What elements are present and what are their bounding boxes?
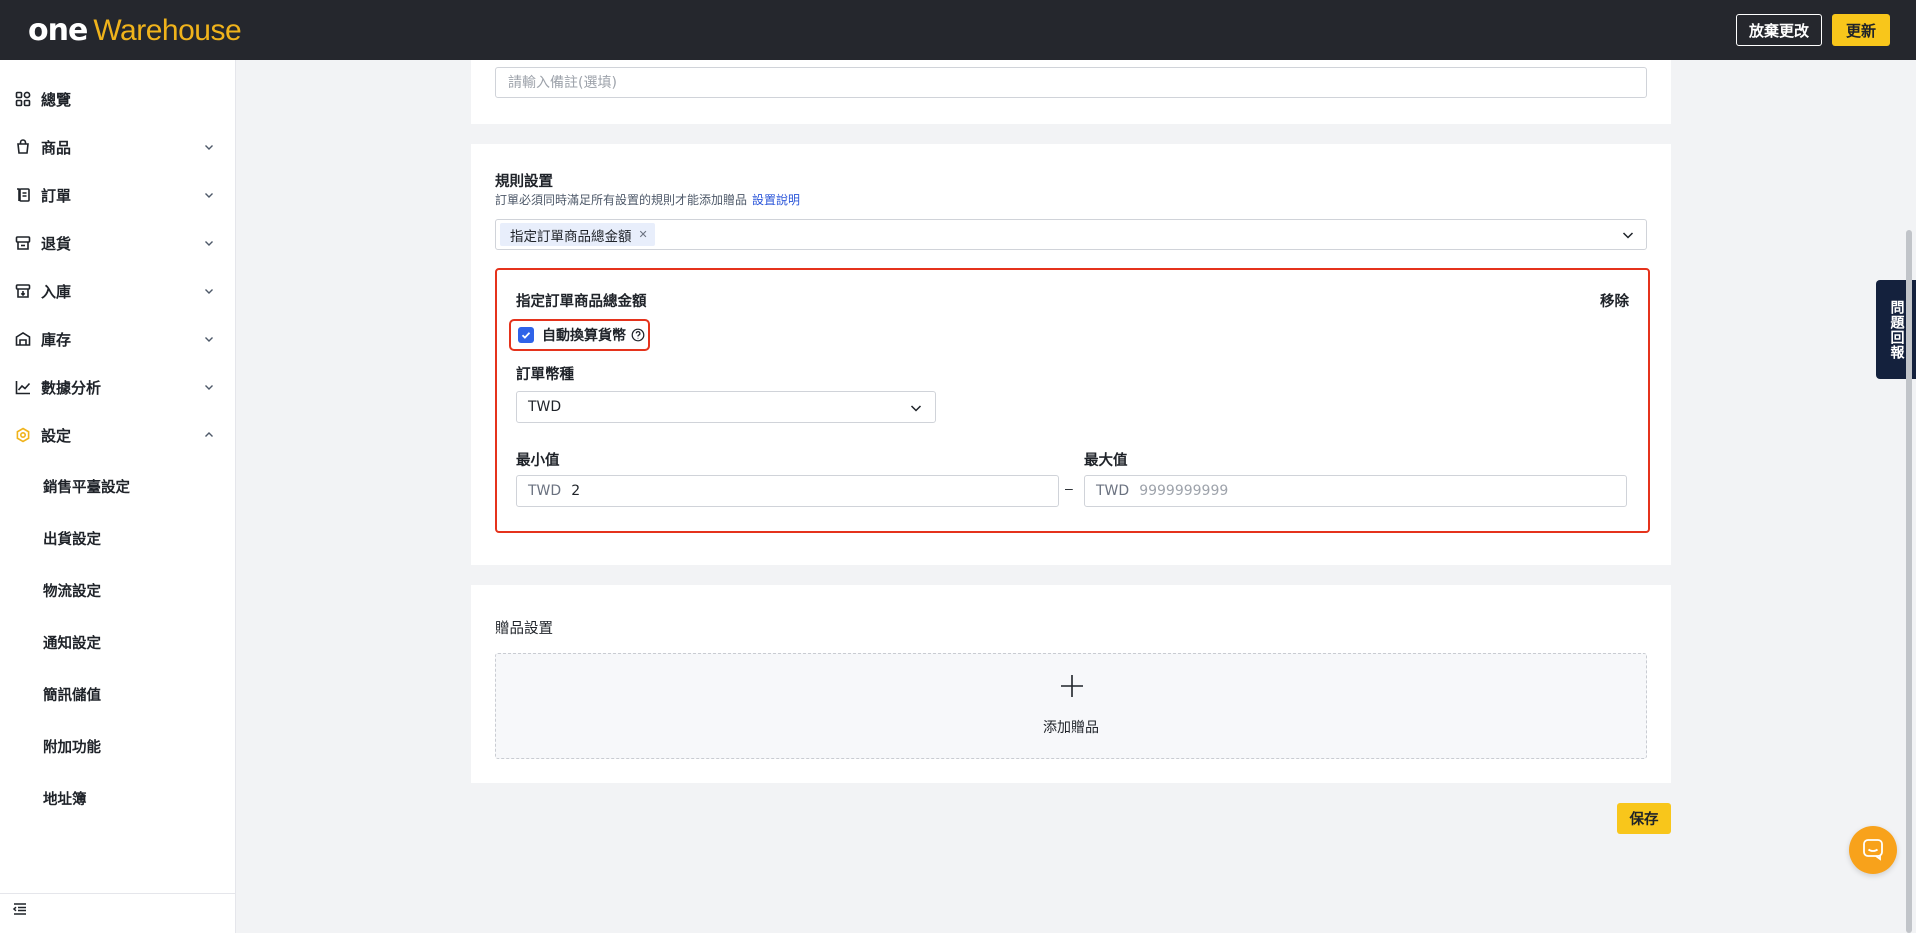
sidebar-item-orders[interactable]: 訂單 xyxy=(0,175,236,215)
update-button[interactable]: 更新 xyxy=(1831,14,1890,46)
sidebar-item-label: 數據分析 xyxy=(41,378,102,397)
rule-type-select[interactable]: 指定訂單商品總金額 ✕ xyxy=(495,219,1647,250)
dashboard-icon xyxy=(14,90,32,108)
min-value-input[interactable] xyxy=(571,483,1012,499)
chevron-down-icon xyxy=(202,380,216,394)
receipt-icon xyxy=(14,186,32,204)
max-value-input[interactable] xyxy=(1139,483,1580,499)
currency-select[interactable]: TWD xyxy=(516,391,936,423)
currency-select-value: TWD xyxy=(528,399,562,415)
max-value-field: TWD xyxy=(1084,475,1627,507)
sidebar-subitem-sms-topup[interactable]: 簡訊儲值 xyxy=(43,684,101,705)
sidebar-item-label: 設定 xyxy=(41,426,72,445)
sidebar-item-returns[interactable]: 退貨 xyxy=(0,223,236,263)
max-value-label: 最大值 xyxy=(1084,453,1128,469)
logo-warehouse: Warehouse xyxy=(93,13,242,47)
warehouse-icon xyxy=(14,330,32,348)
remark-card xyxy=(471,60,1671,124)
logo-one: one xyxy=(28,12,88,48)
min-value-prefix: TWD xyxy=(528,483,562,499)
sidebar-item-label: 總覽 xyxy=(41,90,72,109)
settings-icon xyxy=(14,426,32,444)
sidebar-subitem-shipping[interactable]: 出貨設定 xyxy=(43,528,101,549)
order-total-rule-panel: 指定訂單商品總金額 移除 自動換算貨幣 訂單幣種 TWD 最小值 最大值 TWD… xyxy=(495,268,1650,533)
discard-changes-button[interactable]: 放棄更改 xyxy=(1735,14,1822,46)
sidebar-subitem-sales-platform[interactable]: 銷售平臺設定 xyxy=(43,476,130,497)
sidebar-item-overview[interactable]: 總覽 xyxy=(0,79,236,119)
sidebar-footer xyxy=(0,893,236,933)
chat-launcher[interactable] xyxy=(1849,826,1897,874)
chevron-down-icon xyxy=(908,400,924,416)
chevron-up-icon xyxy=(202,428,216,442)
chevron-down-icon xyxy=(202,188,216,202)
collapse-menu-icon[interactable] xyxy=(12,901,30,919)
auto-convert-checkbox[interactable] xyxy=(518,327,534,343)
header-actions: 放棄更改 更新 xyxy=(1735,14,1890,46)
currency-label: 訂單幣種 xyxy=(516,367,574,383)
gifts-section-title: 贈品設置 xyxy=(495,621,553,637)
inbound-icon xyxy=(14,282,32,300)
sidebar-subitem-logistics[interactable]: 物流設定 xyxy=(43,580,101,601)
rules-card: 規則設置 訂單必須同時滿足所有設置的規則才能添加贈品 設置說明 指定訂單商品總金額… xyxy=(471,144,1671,565)
rules-description-text: 訂單必須同時滿足所有設置的規則才能添加贈品 xyxy=(495,193,748,207)
min-value-label: 最小值 xyxy=(516,453,560,469)
sidebar-subitem-addons[interactable]: 附加功能 xyxy=(43,736,101,757)
return-icon xyxy=(14,234,32,252)
sidebar-item-settings[interactable]: 設定 xyxy=(0,415,236,455)
rules-section-title: 規則設置 xyxy=(495,174,553,190)
save-button[interactable]: 保存 xyxy=(1617,803,1671,834)
selected-rule-tag-label: 指定訂單商品總金額 xyxy=(510,228,632,245)
sidebar-item-inbound[interactable]: 入庫 xyxy=(0,271,236,311)
sidebar-item-label: 訂單 xyxy=(41,186,72,205)
chevron-down-icon xyxy=(202,332,216,346)
rule-panel-title: 指定訂單商品總金額 xyxy=(516,294,647,310)
sidebar-item-label: 商品 xyxy=(41,138,72,157)
gifts-card: 贈品設置 添加贈品 xyxy=(471,585,1671,783)
rules-description: 訂單必須同時滿足所有設置的規則才能添加贈品 設置說明 xyxy=(495,191,800,208)
sidebar-item-label: 庫存 xyxy=(41,330,72,349)
chevron-down-icon xyxy=(202,284,216,298)
app-logo[interactable]: one Warehouse xyxy=(28,12,242,48)
sidebar-subitem-address-book[interactable]: 地址簿 xyxy=(43,788,87,809)
auto-convert-currency-option: 自動換算貨幣 xyxy=(509,319,650,351)
sidebar-item-analytics[interactable]: 數據分析 xyxy=(0,367,236,407)
selected-rule-tag: 指定訂單商品總金額 ✕ xyxy=(500,223,655,246)
bag-icon xyxy=(14,138,32,156)
rules-help-link[interactable]: 設置說明 xyxy=(752,193,800,207)
plus-icon xyxy=(1060,674,1084,698)
chevron-down-icon xyxy=(202,140,216,154)
min-value-field: TWD xyxy=(516,475,1059,507)
range-separator: – xyxy=(1065,480,1073,496)
chat-bubble-icon xyxy=(1861,837,1885,864)
sidebar-item-products[interactable]: 商品 xyxy=(0,127,236,167)
chevron-down-icon xyxy=(202,236,216,250)
chart-icon xyxy=(14,378,32,396)
add-gift-dropzone[interactable]: 添加贈品 xyxy=(495,653,1647,759)
add-gift-label: 添加贈品 xyxy=(1043,720,1099,736)
max-value-prefix: TWD xyxy=(1096,483,1130,499)
chevron-down-icon xyxy=(1620,227,1636,243)
help-circle-icon[interactable] xyxy=(631,328,645,342)
remove-tag-icon[interactable]: ✕ xyxy=(639,228,648,241)
remark-input[interactable] xyxy=(495,67,1647,98)
sidebar-item-label: 退貨 xyxy=(41,234,72,253)
sidebar-item-inventory[interactable]: 庫存 xyxy=(0,319,236,359)
sidebar: 總覽 商品 訂單 退貨 入庫 庫存 數據分析 設定 銷售平臺設定 出貨設定 物流… xyxy=(0,60,236,933)
sidebar-item-label: 入庫 xyxy=(41,282,72,301)
remove-rule-button[interactable]: 移除 xyxy=(1600,290,1629,311)
sidebar-subitem-notifications[interactable]: 通知設定 xyxy=(43,632,101,653)
top-bar: one Warehouse 放棄更改 更新 xyxy=(0,0,1916,60)
auto-convert-label: 自動換算貨幣 xyxy=(542,328,626,344)
page-scrollbar[interactable] xyxy=(1906,230,1912,933)
